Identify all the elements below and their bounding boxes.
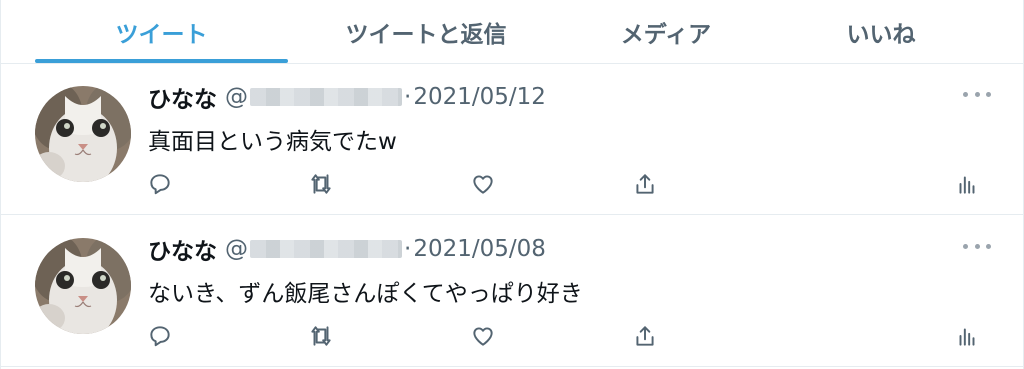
reply-icon[interactable]	[146, 170, 174, 198]
display-name[interactable]: ひなな	[148, 80, 217, 114]
handle-redacted	[250, 240, 402, 258]
separator-dot: ·	[404, 236, 412, 262]
active-tab-indicator	[35, 59, 288, 63]
handle-prefix[interactable]: @	[225, 84, 248, 110]
profile-tabs: ツイート ツイートと返信 メディア いいね	[1, 0, 1024, 64]
avatar[interactable]	[35, 238, 131, 334]
like-icon[interactable]	[469, 170, 497, 198]
retweet-icon[interactable]	[307, 322, 335, 350]
tab-media[interactable]: メディア	[561, 0, 771, 63]
tweet-date[interactable]: 2021/05/08	[413, 236, 546, 262]
tweet-text: ないき、ずん飯尾さんぽくてやっぱり好き	[148, 281, 583, 307]
handle-redacted	[250, 88, 402, 106]
tweet-date[interactable]: 2021/05/12	[413, 84, 546, 110]
tweet[interactable]: ひなな @ · 2021/05/12 真面目という病気でたw	[1, 64, 1024, 215]
avatar[interactable]	[35, 86, 131, 182]
share-icon[interactable]	[631, 322, 659, 350]
tweet-text: 真面目という病気でたw	[148, 129, 397, 155]
tweet[interactable]: ひなな @ · 2021/05/08 ないき、ずん飯尾さんぽくてやっぱり好き	[1, 216, 1024, 367]
profile-timeline: ツイート ツイートと返信 メディア いいね ひなな @ · 2021/05/12…	[0, 0, 1024, 369]
retweet-icon[interactable]	[307, 170, 335, 198]
more-icon[interactable]	[963, 88, 991, 100]
separator-dot: ·	[404, 84, 412, 110]
tab-tweets[interactable]: ツイート	[35, 0, 288, 63]
share-icon[interactable]	[631, 170, 659, 198]
tab-likes[interactable]: いいね	[781, 0, 981, 63]
cat-avatar-image	[35, 238, 131, 334]
cat-avatar-image	[35, 86, 131, 182]
tab-tweets-and-replies[interactable]: ツイートと返信	[301, 0, 551, 63]
analytics-icon[interactable]	[953, 322, 981, 350]
like-icon[interactable]	[469, 322, 497, 350]
more-icon[interactable]	[963, 240, 991, 252]
display-name[interactable]: ひなな	[148, 232, 217, 266]
reply-icon[interactable]	[146, 322, 174, 350]
handle-prefix[interactable]: @	[225, 236, 248, 262]
tweet-header: ひなな @ · 2021/05/08	[148, 232, 546, 266]
tweet-header: ひなな @ · 2021/05/12	[148, 80, 546, 114]
analytics-icon[interactable]	[953, 170, 981, 198]
